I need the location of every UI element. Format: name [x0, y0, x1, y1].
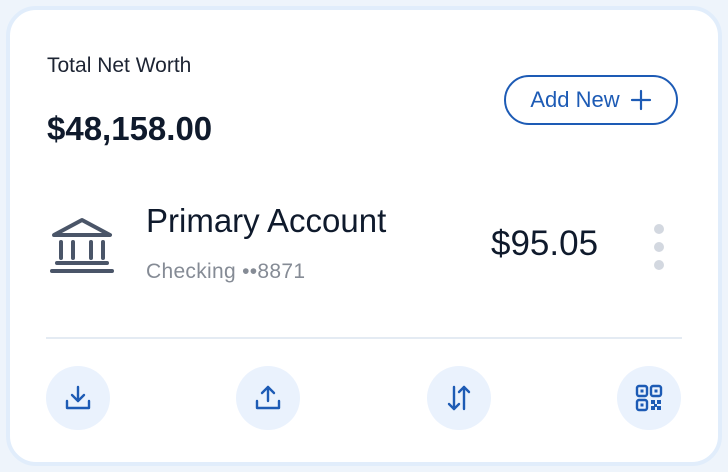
add-new-button[interactable]: Add New — [504, 75, 678, 125]
upload-icon — [255, 385, 281, 410]
plus-icon — [630, 89, 651, 111]
net-worth-title: Total Net Worth — [47, 54, 192, 77]
transfer-button[interactable] — [427, 366, 491, 430]
net-worth-amount: $48,158.00 — [47, 110, 213, 147]
account-type: Checking — [146, 260, 236, 283]
net-worth-card: Total Net Worth $48,158.00 Add New Prima… — [6, 6, 722, 466]
more-dot — [654, 260, 664, 270]
qr-code-button[interactable] — [617, 366, 681, 430]
qr-code-icon — [635, 384, 663, 412]
transfer-icon — [447, 385, 471, 411]
more-dot — [654, 242, 664, 252]
account-balance: $95.05 — [491, 224, 599, 263]
bank-icon — [50, 218, 114, 273]
account-number: ••8871 — [242, 260, 306, 283]
more-options-button[interactable] — [648, 224, 670, 270]
account-name: Primary Account — [146, 202, 387, 239]
account-subtitle: Checking ••8871 — [146, 260, 305, 284]
download-icon — [65, 385, 91, 410]
add-new-label: Add New — [530, 87, 620, 112]
divider — [46, 337, 682, 339]
more-dot — [654, 224, 664, 234]
download-button[interactable] — [46, 366, 110, 430]
upload-button[interactable] — [236, 366, 300, 430]
